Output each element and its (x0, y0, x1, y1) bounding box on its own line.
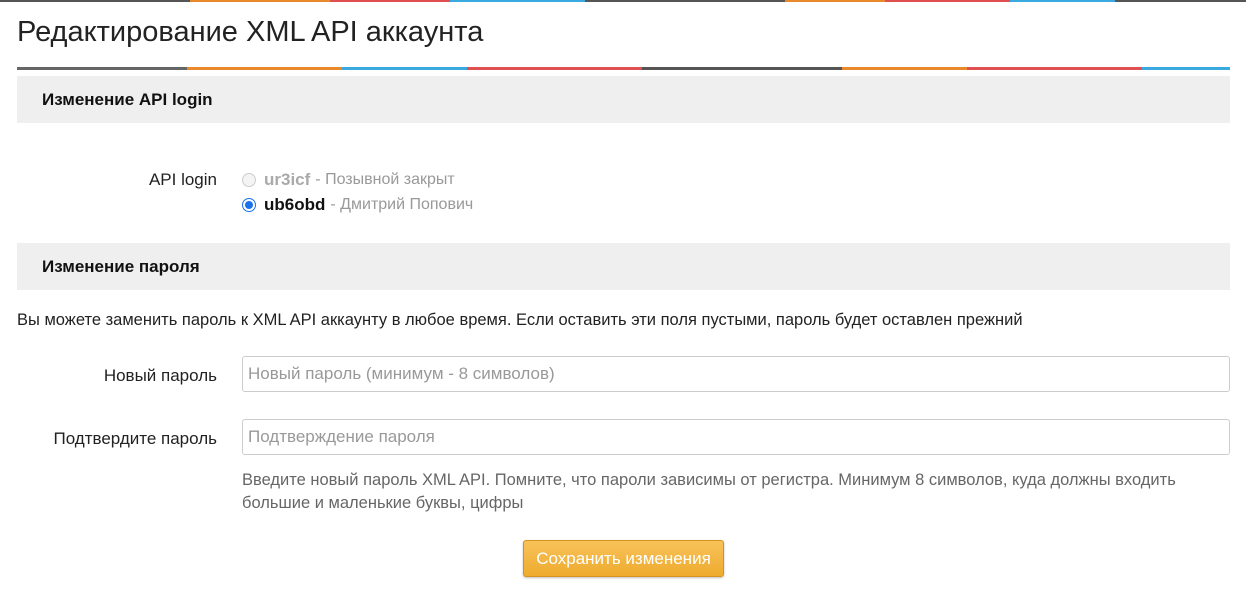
api-login-option-ub6obd[interactable]: ub6obd - Дмитрий Попович (242, 195, 473, 215)
section-header-password: Изменение пароля (17, 243, 1230, 290)
title-divider (17, 67, 1230, 70)
section-header-api-login: Изменение API login (17, 76, 1230, 123)
new-password-input[interactable] (242, 356, 1230, 392)
save-changes-button[interactable]: Сохранить изменения (523, 540, 724, 577)
login-description: - Позывной закрыт (315, 171, 455, 188)
confirm-password-input[interactable] (242, 419, 1230, 455)
new-password-label: Новый пароль (103, 366, 217, 385)
api-login-option-ur3icf[interactable]: ur3icf - Позывной закрыт (242, 170, 455, 190)
password-hint-text: Введите новый пароль XML API. Помните, ч… (242, 471, 1176, 512)
login-name: ub6obd (264, 195, 326, 214)
login-description: - Дмитрий Попович (330, 196, 474, 213)
radio-button-ub6obd[interactable] (242, 198, 256, 212)
top-color-stripe (0, 0, 1246, 2)
confirm-password-label: Подтвердите пароль (53, 429, 217, 448)
radio-button-ur3icf[interactable] (242, 173, 256, 187)
page-title: Редактирование XML API аккаунта (17, 16, 484, 48)
password-intro-text: Вы можете заменить пароль к XML API акка… (17, 311, 1023, 329)
api-login-label: API login (148, 170, 217, 189)
login-name: ur3icf (264, 170, 311, 189)
